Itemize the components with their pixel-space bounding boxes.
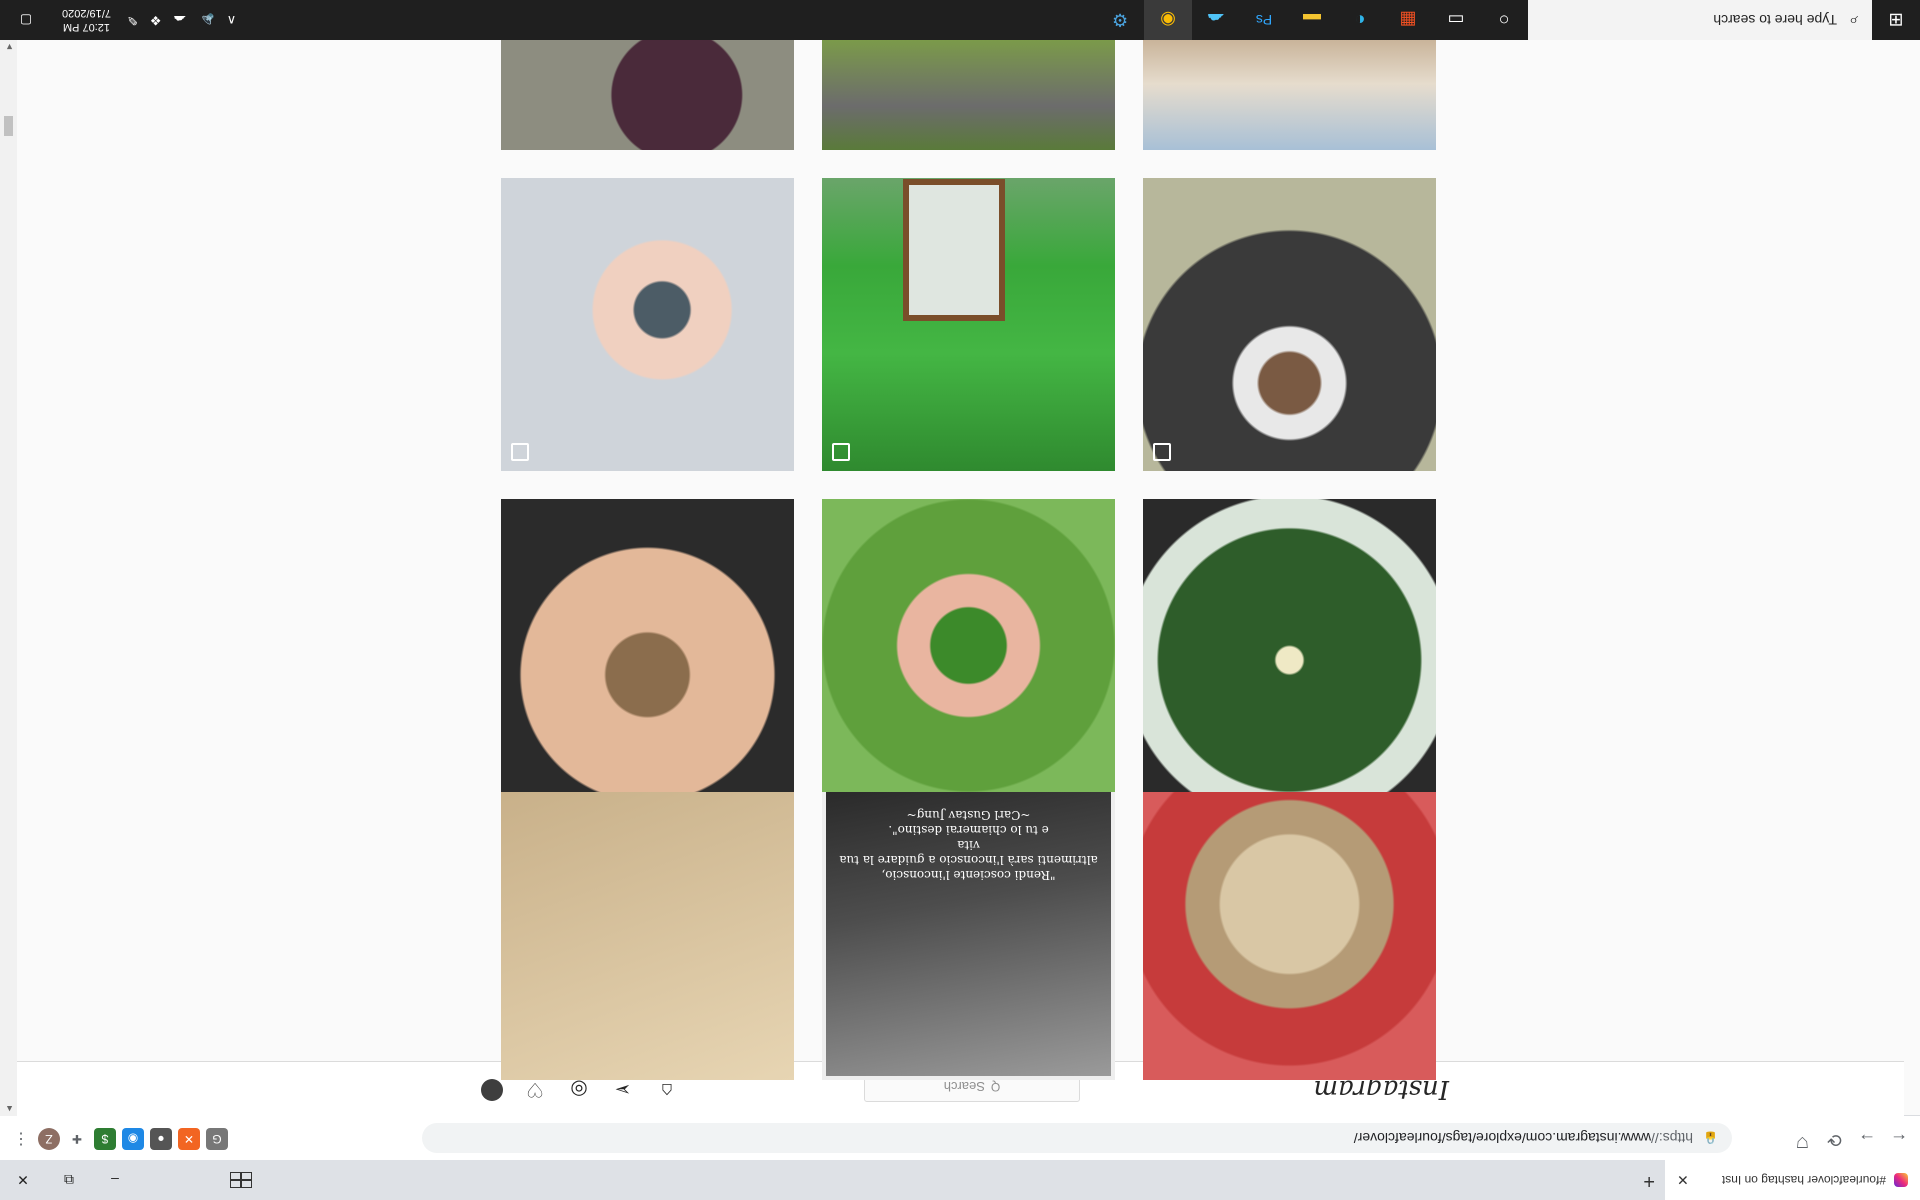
screen: #fourleafclover hashtag on Inst ✕ + – ⧉ … xyxy=(0,0,1920,1200)
scroll-up-arrow-icon[interactable]: ▲ xyxy=(5,1104,14,1114)
post-partial-3[interactable] xyxy=(501,40,794,150)
file-explorer-icon[interactable]: ▬ xyxy=(1288,0,1336,40)
post-partial-2[interactable] xyxy=(822,40,1115,150)
pen-icon[interactable]: ✎ xyxy=(127,12,138,28)
extensions-area: G ✕ ● ◉ $ ✚ Z ⋮ xyxy=(10,1128,228,1150)
show-hidden-icons-icon[interactable]: ∧ xyxy=(227,12,237,28)
taskbar-clock[interactable]: 12:07 PM 7/19/2020 xyxy=(62,6,111,34)
window-controls: – ⧉ ✕ xyxy=(0,1160,138,1200)
extension-blue-icon[interactable]: ◉ xyxy=(122,1128,144,1150)
start-windows-icon[interactable]: ⊞ xyxy=(1872,0,1920,40)
taskbar-apps: ○ ▭ ▦ ◐ ▬ Ps ☁ ◉ ⚙ xyxy=(1096,0,1528,40)
dropbox-icon[interactable]: ❖ xyxy=(150,12,162,28)
post-quote-text: "Rendi cosciente l'inconscio, altrimenti… xyxy=(836,807,1101,882)
cortana-icon[interactable]: ○ xyxy=(1480,0,1528,40)
scrollbar-thumb[interactable] xyxy=(4,116,13,136)
post-partial-1[interactable] xyxy=(1143,40,1436,150)
scroll-down-arrow-icon[interactable]: ▼ xyxy=(5,42,14,52)
quote-line: "Rendi cosciente l'inconscio, xyxy=(881,868,1056,882)
clock-date: 7/19/2020 xyxy=(62,7,111,19)
extension-g-icon[interactable]: G xyxy=(206,1128,228,1150)
extension-orange-icon[interactable]: ✕ xyxy=(178,1128,200,1150)
home-icon[interactable]: ⌂ xyxy=(655,1078,679,1102)
post-quote[interactable]: "Rendi cosciente l'inconscio, altrimenti… xyxy=(822,787,1115,1080)
post-clover-frame[interactable] xyxy=(1143,499,1436,792)
url-scheme: https:// xyxy=(1651,1130,1694,1146)
extensions-puzzle-icon[interactable]: ✚ xyxy=(66,1128,88,1150)
quote-line: e tu lo chiamerai destino". xyxy=(888,823,1049,837)
tab-title: #fourleafclover hashtag on Inst xyxy=(1721,1173,1886,1187)
explore-icon[interactable]: ◎ xyxy=(567,1078,591,1102)
carousel-icon xyxy=(1153,443,1171,461)
post-green-room[interactable] xyxy=(822,178,1115,471)
search-icon: ⌕ xyxy=(1849,12,1858,29)
notification-center-icon[interactable]: ▢ xyxy=(6,0,46,40)
tab-strip: #fourleafclover hashtag on Inst ✕ + – ⧉ … xyxy=(0,1160,1920,1200)
post-handwritten-note[interactable] xyxy=(501,787,794,1080)
clock-time: 12:07 PM xyxy=(62,21,111,33)
search-icon: Q xyxy=(990,1080,1001,1094)
post-dog-clover[interactable] xyxy=(1143,787,1436,1080)
reload-icon[interactable]: ⟳ xyxy=(1827,1129,1842,1150)
tab-instagram[interactable]: #fourleafclover hashtag on Inst ✕ xyxy=(1665,1160,1920,1200)
pocket-icon[interactable]: ⛉ xyxy=(1797,1133,1808,1150)
post-mouse[interactable] xyxy=(501,499,794,792)
address-bar[interactable]: 🔒 https://www.instagram.com/explore/tags… xyxy=(422,1123,1732,1153)
video-icon xyxy=(511,443,529,461)
onedrive-icon[interactable]: ☁ xyxy=(174,12,187,28)
instagram-nav: ⌂ ➢ ◎ ♡ xyxy=(481,1078,679,1102)
store-icon[interactable]: ▦ xyxy=(1384,0,1432,40)
settings-icon[interactable]: ⚙ xyxy=(1096,0,1144,40)
carousel-icon xyxy=(832,443,850,461)
profile-avatar[interactable]: Z xyxy=(38,1128,60,1150)
search-placeholder: Search xyxy=(943,1079,985,1095)
browser-toolbar: ← → ⟳ ⛉ 🔒 https://www.instagram.com/expl… xyxy=(0,1115,1920,1160)
edge-icon[interactable]: ◐ xyxy=(1336,0,1384,40)
activity-heart-icon[interactable]: ♡ xyxy=(523,1078,547,1102)
paint-icon[interactable]: ☁ xyxy=(1192,0,1240,40)
taskbar-search-placeholder: Type here to search xyxy=(1713,12,1838,28)
chrome-icon[interactable]: ◉ xyxy=(1144,0,1192,40)
menu-kebab-icon[interactable]: ⋮ xyxy=(10,1128,32,1150)
direct-icon[interactable]: ➢ xyxy=(611,1078,635,1102)
lock-icon[interactable]: 🔒 xyxy=(1703,1131,1718,1145)
window-shape xyxy=(903,179,1005,321)
restore-button[interactable]: ⧉ xyxy=(46,1160,92,1200)
close-window-button[interactable]: ✕ xyxy=(0,1160,46,1200)
extension-circle-icon[interactable]: ● xyxy=(150,1128,172,1150)
url-path: www.instagram.com/explore/tags/fourleafc… xyxy=(1353,1130,1652,1146)
post-necklace[interactable] xyxy=(501,178,794,471)
url-text: https://www.instagram.com/explore/tags/f… xyxy=(1354,1130,1693,1146)
post-clover-fingers[interactable] xyxy=(822,499,1115,792)
profile-avatar-icon[interactable] xyxy=(481,1079,503,1101)
forward-icon[interactable]: → xyxy=(1858,1129,1876,1150)
taskbar-search-input[interactable]: ⌕ Type here to search xyxy=(1528,0,1872,40)
task-view-icon[interactable]: ▭ xyxy=(1432,0,1480,40)
snap-layout-icon[interactable] xyxy=(230,1172,252,1188)
tab-close-icon[interactable]: ✕ xyxy=(1677,1172,1689,1189)
minimize-button[interactable]: – xyxy=(92,1160,138,1200)
quote-line: ~Carl Gustav Jung~ xyxy=(906,808,1031,822)
instagram-favicon-icon xyxy=(1894,1173,1908,1187)
extension-green-icon[interactable]: $ xyxy=(94,1128,116,1150)
new-tab-button[interactable]: + xyxy=(1643,1169,1655,1192)
vertical-scrollbar[interactable]: ▲ ▼ xyxy=(0,40,17,1116)
quote-line: altrimenti sarà l'inconscio a guidare la… xyxy=(839,838,1098,867)
volume-icon[interactable]: 🔈 xyxy=(199,12,215,28)
back-icon[interactable]: ← xyxy=(1890,1129,1908,1150)
system-tray: ∧ 🔈 ☁ ❖ ✎ 12:07 PM 7/19/2020 ▢ xyxy=(0,0,242,40)
post-umbrella[interactable] xyxy=(1143,178,1436,471)
windows-taskbar: ⊞ ⌕ Type here to search ○ ▭ ▦ ◐ ▬ Ps ☁ ◉… xyxy=(0,0,1920,40)
photoshop-icon[interactable]: Ps xyxy=(1240,0,1288,40)
